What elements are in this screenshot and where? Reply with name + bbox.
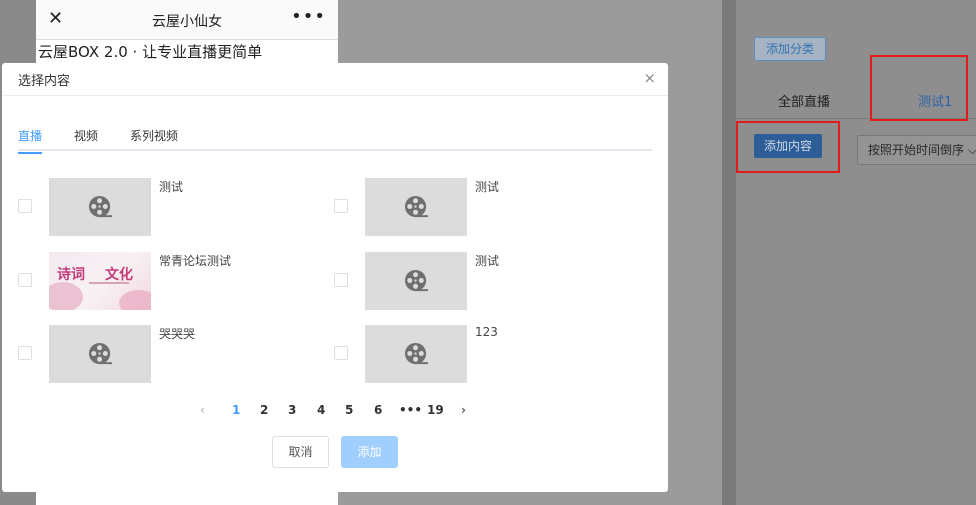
film-reel-icon [88,195,113,218]
poster-decoration [49,282,83,310]
film-reel-icon [404,269,429,292]
content-item[interactable]: 哭哭哭 [18,325,318,383]
add-button[interactable]: 添加 [341,436,398,468]
dialog-title: 选择内容 [18,74,71,89]
poster-image: 诗词 文化 [49,252,151,310]
poster-text: 诗词 [57,267,85,283]
content-item[interactable]: 测试 [18,178,318,236]
tab-all-live[interactable]: 全部直播 [778,91,830,110]
item-name: 测试 [159,180,184,194]
sort-select[interactable]: 按照开始时间倒序 ⌵ [857,135,976,165]
item-checkbox[interactable] [18,273,32,287]
content-item[interactable]: 测试 [334,252,634,310]
tab-live[interactable]: 直播 [18,127,43,154]
video-thumbnail [49,178,151,236]
tab-video[interactable]: 视频 [74,127,98,152]
poster-text: 文化 [105,267,133,283]
select-content-dialog: 选择内容 × 直播 视频 系列视频 测试 测试 诗词 文化 常青论坛测试 测试 … [2,63,668,492]
item-checkbox[interactable] [18,199,32,213]
content-tabs: 直播 视频 系列视频 [18,125,652,154]
video-thumbnail [365,252,467,310]
highlight-box-tab [870,55,968,121]
poster-decoration [119,290,151,310]
item-name: 测试 [475,180,500,194]
pagination: ‹ 1 2 3 4 5 6 ••• 19 › [2,403,668,423]
tab-series-video[interactable]: 系列视频 [130,127,178,152]
page-button[interactable]: 5 [345,403,353,417]
video-thumbnail [49,325,151,383]
item-name: 测试 [475,254,500,268]
page-button[interactable]: 1 [232,403,240,417]
cancel-button[interactable]: 取消 [272,436,329,468]
video-thumbnail [365,178,467,236]
dialog-header: 选择内容 × [2,63,668,96]
item-checkbox[interactable] [18,346,32,360]
highlight-box-add-content [736,121,840,173]
prev-page-button[interactable]: ‹ [200,403,205,417]
film-reel-icon [404,195,429,218]
phone-title-bar: ✕ 云屋小仙女 ••• [36,0,338,40]
item-name: 常青论坛测试 [159,254,232,268]
page-button[interactable]: 4 [317,403,325,417]
poster-decoration [89,282,129,284]
item-checkbox[interactable] [334,199,348,213]
content-item[interactable]: 诗词 文化 常青论坛测试 [18,252,318,310]
content-item[interactable]: 123 [334,325,634,383]
page-button[interactable]: 2 [260,403,268,417]
content-item[interactable]: 测试 [334,178,634,236]
close-icon[interactable]: × [643,69,656,87]
item-checkbox[interactable] [334,346,348,360]
more-pages-icon[interactable]: ••• [399,403,422,417]
video-thumbnail [365,325,467,383]
add-category-button[interactable]: 添加分类 [754,37,826,61]
page-button[interactable]: 3 [288,403,296,417]
film-reel-icon [88,342,113,365]
scrollbar[interactable] [722,0,736,505]
more-icon[interactable]: ••• [291,6,326,27]
item-name: 123 [475,325,498,339]
film-reel-icon [404,342,429,365]
item-name: 哭哭哭 [159,327,196,341]
phone-banner: 云屋BOX 2.0 · 让专业直播更简单 [38,43,263,61]
page-button[interactable]: 6 [374,403,382,417]
item-checkbox[interactable] [334,273,348,287]
next-page-button[interactable]: › [461,403,466,417]
page-button[interactable]: 19 [427,403,444,417]
